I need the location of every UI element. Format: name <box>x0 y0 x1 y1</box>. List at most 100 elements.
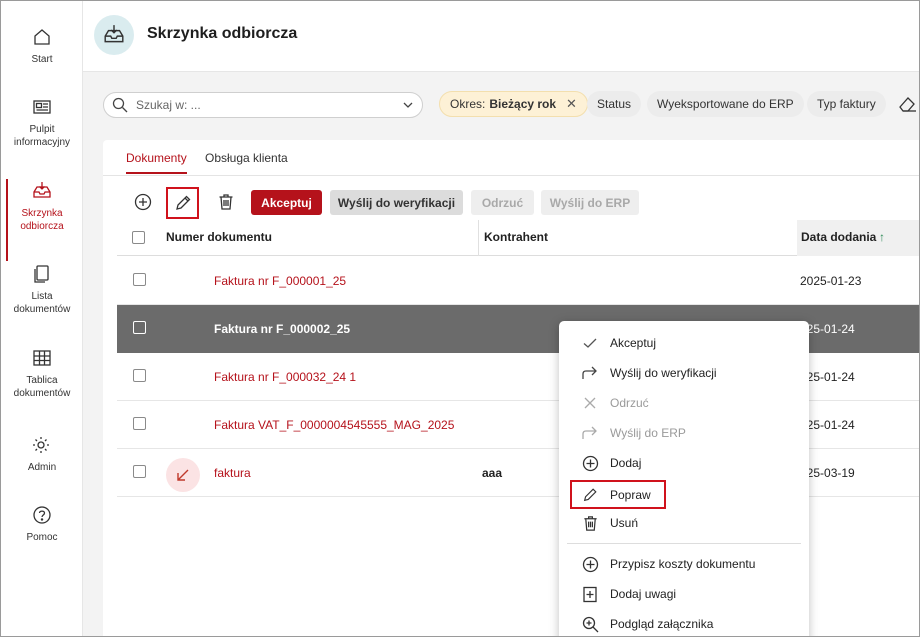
row-checkbox[interactable] <box>133 465 146 478</box>
nav-pulpit-label-2: informacyjny <box>13 137 71 148</box>
menu-item-label: Usuń <box>610 516 639 530</box>
left-navigation: Start Pulpit informacyjny Skrzynka odbio… <box>1 1 83 636</box>
menu-item-send-verification[interactable]: Wyślij do weryfikacji <box>581 362 717 384</box>
add-circle-icon <box>581 454 599 472</box>
eraser-icon[interactable] <box>897 95 917 116</box>
add-note-icon <box>581 585 599 603</box>
pencil-icon <box>581 486 599 504</box>
arrow-down-left-icon <box>166 458 200 492</box>
document-number-link[interactable]: Faktura nr F_000032_24 1 <box>214 370 356 384</box>
page-title: Skrzynka odbiorcza <box>147 25 298 42</box>
menu-item-delete[interactable]: Usuń <box>581 512 638 534</box>
menu-item-label: Popraw <box>610 487 651 502</box>
inbox-icon <box>33 182 51 198</box>
nav-skrzynka-label-1: Skrzynka <box>21 208 63 219</box>
menu-item-label: Odrzuć <box>610 396 649 410</box>
invoice-type-filter-chip[interactable]: Typ faktury <box>807 91 886 117</box>
home-icon <box>34 29 50 45</box>
nav-lista-label-2: dokumentów <box>13 304 71 315</box>
help-icon <box>33 506 51 524</box>
page-header: Skrzynka odbiorcza <box>83 1 919 72</box>
document-number-link[interactable]: Faktura nr F_000001_25 <box>214 274 346 288</box>
close-icon[interactable]: ✕ <box>566 96 577 112</box>
row-checkbox[interactable] <box>133 417 146 430</box>
document-number-link[interactable]: Faktura nr F_000002_25 <box>214 322 350 336</box>
invoice-type-filter-label: Typ faktury <box>817 97 876 111</box>
period-label: Okres: <box>450 97 486 111</box>
admin-gear-icon <box>33 437 49 453</box>
send-erp-button[interactable]: Wyślij do ERP <box>541 190 639 215</box>
date-cell: 2025-01-23 <box>800 274 862 288</box>
nav-skrzynka[interactable]: Skrzynka odbiorcza <box>1 179 83 261</box>
tab-documents[interactable]: Dokumenty <box>126 151 187 174</box>
add-circle-icon <box>581 555 599 573</box>
dashboard-icon <box>33 100 51 114</box>
menu-item-label: Podgląd załącznika <box>610 617 714 631</box>
nav-pomoc-label: Pomoc <box>26 532 58 543</box>
nav-admin[interactable]: Admin <box>1 435 83 474</box>
table-row[interactable]: Faktura nr F_000001_25 2025-01-23 <box>117 257 919 305</box>
menu-divider <box>567 543 801 544</box>
menu-item-add-notes[interactable]: Dodaj uwagi <box>581 583 676 605</box>
tab-customer-service[interactable]: Obsługa klienta <box>205 151 288 172</box>
menu-item-label: Wyślij do ERP <box>610 426 686 440</box>
column-separator <box>478 220 479 256</box>
nav-start[interactable]: Start <box>1 27 83 66</box>
select-all-checkbox[interactable] <box>132 231 145 244</box>
menu-item-label: Przypisz koszty dokumentu <box>610 557 756 571</box>
menu-item-send-erp[interactable]: Wyślij do ERP <box>581 422 686 444</box>
chevron-down-icon[interactable] <box>402 99 414 111</box>
col-contractor-header[interactable]: Kontrahent <box>484 230 548 244</box>
search-icon <box>112 97 128 113</box>
document-number-link[interactable]: faktura <box>214 466 251 480</box>
accept-button[interactable]: Akceptuj <box>251 190 322 215</box>
context-menu: Akceptuj Wyślij do weryfikacji Odrzuć Wy… <box>559 321 809 636</box>
nav-lista[interactable]: Lista dokumentów <box>1 264 83 316</box>
row-checkbox[interactable] <box>133 321 146 334</box>
nav-lista-label-1: Lista <box>31 291 53 302</box>
col-date-header[interactable]: Data dodania <box>801 230 876 244</box>
forward-arrow-icon <box>581 424 599 442</box>
menu-item-add[interactable]: Dodaj <box>581 452 641 474</box>
trash-icon <box>581 514 599 532</box>
row-checkbox[interactable] <box>133 273 146 286</box>
sort-ascending-icon[interactable]: ↑ <box>879 230 885 244</box>
document-number-link[interactable]: Faktura VAT_F_0000004545555_MAG_2025 <box>214 418 454 432</box>
status-filter-chip[interactable]: Status <box>587 91 642 117</box>
app-window: Start Pulpit informacyjny Skrzynka odbio… <box>0 0 920 637</box>
edit-pencil-icon[interactable] <box>166 187 199 219</box>
inbox-header-icon <box>94 15 134 55</box>
send-verification-button[interactable]: Wyślij do weryfikacji <box>330 190 463 215</box>
menu-item-reject[interactable]: Odrzuć <box>581 392 649 414</box>
exported-filter-chip[interactable]: Wyeksportowane do ERP <box>647 91 804 117</box>
tab-divider <box>103 175 919 176</box>
menu-item-assign-costs[interactable]: Przypisz koszty dokumentu <box>581 553 755 575</box>
menu-item-label: Dodaj <box>610 456 642 470</box>
nav-skrzynka-label-2: odbiorcza <box>20 221 64 232</box>
period-filter-chip[interactable]: Okres: Bieżący rok ✕ <box>439 91 588 117</box>
zoom-in-icon <box>581 615 599 633</box>
add-icon[interactable] <box>131 190 155 214</box>
menu-item-label: Dodaj uwagi <box>610 587 677 601</box>
menu-item-edit[interactable]: Popraw <box>570 480 666 509</box>
nav-tablica[interactable]: Tablica dokumentów <box>1 348 83 400</box>
nav-admin-label: Admin <box>27 462 57 473</box>
table-header: Numer dokumentu Kontrahent Data dodania … <box>117 220 919 256</box>
nav-tablica-label-2: dokumentów <box>13 388 71 399</box>
nav-pulpit-label-1: Pulpit <box>29 124 55 135</box>
row-checkbox[interactable] <box>133 369 146 382</box>
col-number-header[interactable]: Numer dokumentu <box>166 230 272 244</box>
trash-icon[interactable] <box>214 190 238 214</box>
forward-arrow-icon <box>581 364 599 382</box>
nav-tablica-label-1: Tablica <box>26 375 58 386</box>
exported-filter-label: Wyeksportowane do ERP <box>657 97 794 111</box>
menu-item-preview-attachment[interactable]: Podgląd załącznika <box>581 613 713 635</box>
reject-button[interactable]: Odrzuć <box>471 190 534 215</box>
documents-icon <box>34 265 49 283</box>
nav-pulpit[interactable]: Pulpit informacyjny <box>1 97 83 149</box>
nav-pomoc[interactable]: Pomoc <box>1 505 83 544</box>
check-icon <box>581 334 599 352</box>
search-input[interactable]: Szukaj w: ... <box>103 92 423 118</box>
search-placeholder: Szukaj w: ... <box>136 98 201 112</box>
menu-item-accept[interactable]: Akceptuj <box>581 332 656 354</box>
